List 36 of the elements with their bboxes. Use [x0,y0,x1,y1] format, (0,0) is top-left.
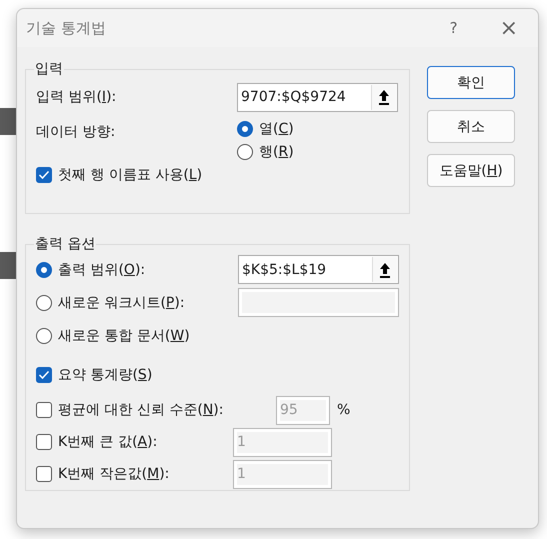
radio-label: 새로운 통합 문서(W) [58,326,190,344]
percent-sign: % [337,402,350,418]
checkbox[interactable] [36,167,52,183]
checkbox[interactable] [36,434,52,450]
dialog-button[interactable]: 도움말(H) [427,154,515,187]
radio-button[interactable] [237,144,253,160]
checkmark-icon [38,170,50,180]
dialog-button[interactable]: 취소 [427,110,515,143]
checkbox[interactable] [36,402,52,418]
checkbox-label: 첫째 행 이름표 사용(L) [58,166,202,184]
window-title: 기술 통계법 [26,18,107,38]
group-legend: 입력 [34,60,64,78]
radio-button[interactable] [36,294,52,310]
output-range-field[interactable]: $K$5:$L$19 [238,255,399,284]
radio-button[interactable] [36,262,52,278]
close-button[interactable]: × [494,16,524,40]
checkmark-icon [38,370,50,380]
checkbox-label: K번째 작은값(M): [58,465,170,483]
checkbox[interactable] [36,466,52,482]
radio-label: 출력 범위(O): [58,260,146,278]
dialog-button[interactable]: 확인 [427,66,515,99]
input-range-field[interactable]: 9707:$Q$9724 [237,82,398,112]
field-label: 입력 범위(I): [36,88,118,106]
radio-label: 열(C) [259,120,294,138]
group-legend: 출력 옵션 [34,235,96,253]
field-label: 데이터 방향: [36,123,116,141]
checkbox[interactable] [36,367,52,383]
checkbox-label: 요약 통계량(S) [58,366,152,384]
checkbox-label: K번째 큰 값(A): [58,433,158,451]
radio-label: 행(R) [259,143,294,161]
radio-button[interactable] [36,328,52,344]
help-button[interactable]: ? [444,19,464,37]
sheet-name-field[interactable] [238,288,399,317]
checkbox-label: 평균에 대한 신뢰 수준(N): [58,401,224,419]
radio-button[interactable] [237,121,253,137]
radio-label: 새로운 워크시트(P): [58,294,185,312]
